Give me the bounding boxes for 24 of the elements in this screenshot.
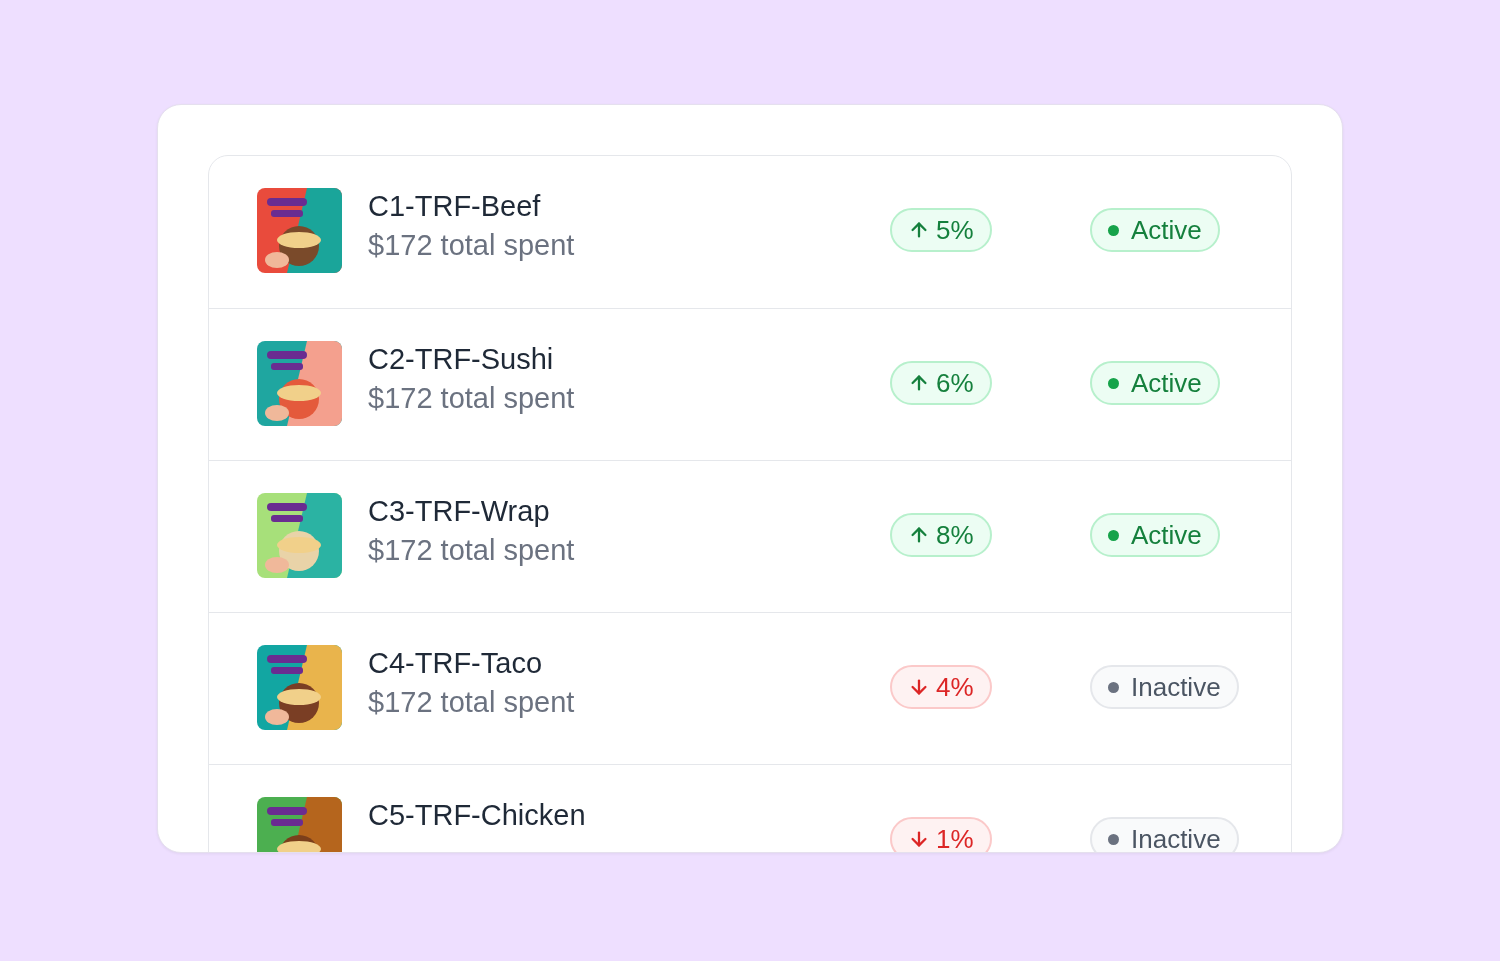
status-dot-icon [1108, 833, 1119, 845]
status-label: Active [1131, 519, 1202, 551]
trend-value: 8% [936, 519, 974, 551]
campaign-name: C4-TRF-Taco [368, 647, 543, 680]
total-spent: $172 total spent [368, 229, 576, 262]
status-dot-icon [1108, 681, 1119, 693]
total-spent: $172 total spent [368, 534, 576, 567]
total-spent: $172 total spent [368, 382, 576, 415]
status-dot-icon [1108, 377, 1119, 389]
campaign-name: C2-TRF-Sushi [368, 343, 555, 376]
trend-value: 5% [936, 214, 974, 246]
trend-value: 4% [936, 671, 974, 703]
status-label: Inactive [1131, 671, 1221, 703]
status-label: Inactive [1131, 823, 1221, 852]
campaign-name: C1-TRF-Beef [368, 190, 542, 223]
status-dot-icon [1108, 224, 1119, 236]
status-label: Active [1131, 367, 1202, 399]
status-dot-icon [1108, 529, 1119, 541]
campaign-name: C3-TRF-Wrap [368, 495, 551, 528]
trend-value: 1% [936, 823, 974, 852]
trend-value: 6% [936, 367, 974, 399]
campaign-name: C5-TRF-Chicken [368, 799, 587, 832]
total-spent: $172 total spent [368, 686, 576, 719]
status-label: Active [1131, 214, 1202, 246]
